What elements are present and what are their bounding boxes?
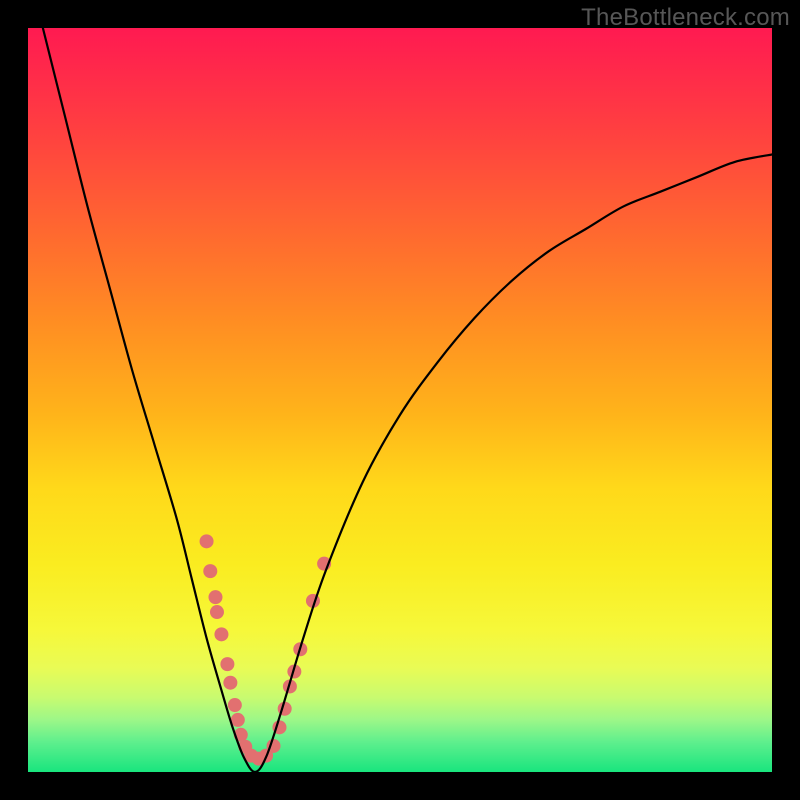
bottleneck-curve <box>43 28 772 772</box>
highlight-dot <box>223 676 237 690</box>
highlight-dot <box>214 627 228 641</box>
highlight-dot <box>210 605 224 619</box>
highlight-dot <box>203 564 217 578</box>
highlight-dot <box>200 534 214 548</box>
highlight-dot <box>220 657 234 671</box>
highlight-dot <box>208 590 222 604</box>
plot-area <box>28 28 772 772</box>
highlight-dots <box>200 534 332 765</box>
highlight-dot <box>228 698 242 712</box>
watermark-text: TheBottleneck.com <box>581 4 790 32</box>
chart-frame: TheBottleneck.com <box>0 0 800 800</box>
curve-layer <box>28 28 772 772</box>
